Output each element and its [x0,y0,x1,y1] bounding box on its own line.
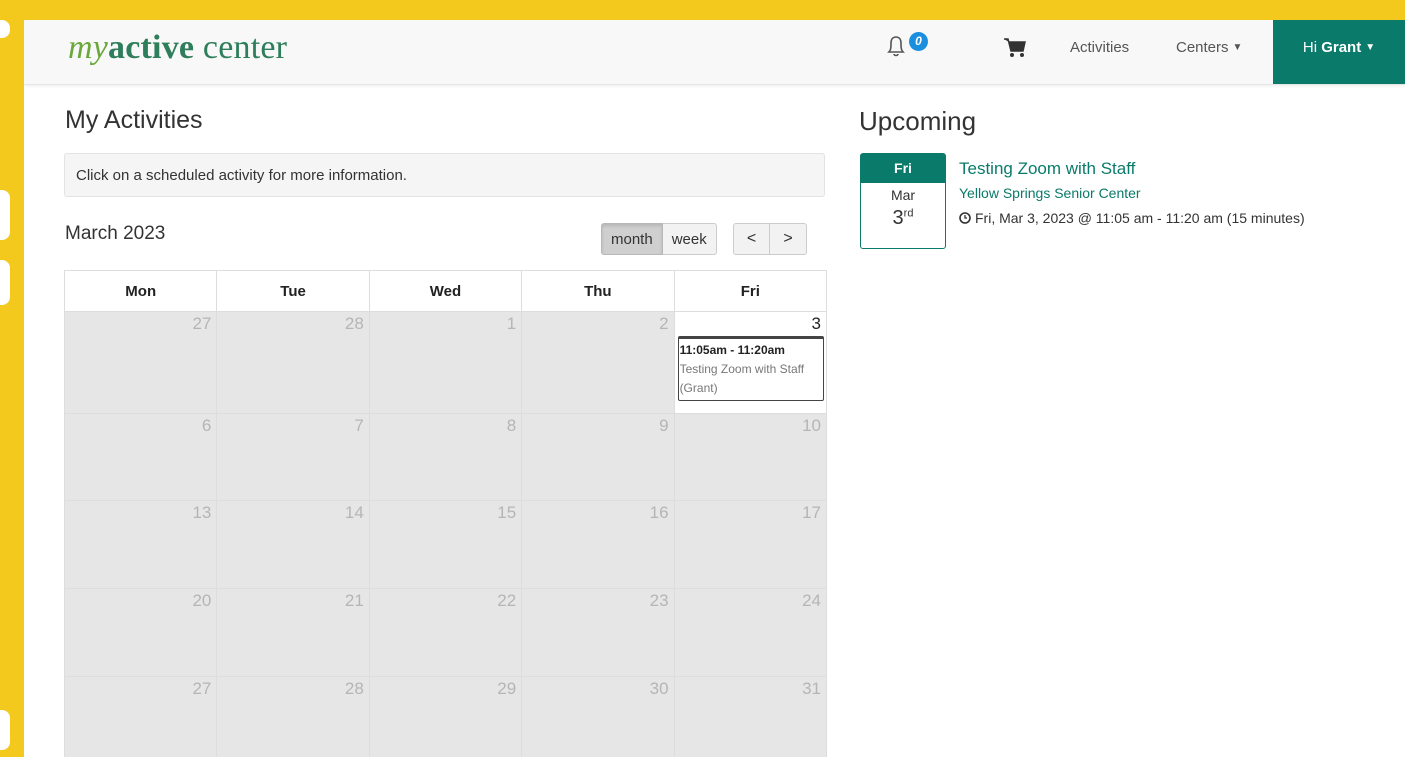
calendar-day-cell[interactable]: 20 [63,588,218,677]
event-time: 11:05am - 11:20am [679,343,785,357]
upcoming-day: 3rd [892,207,914,229]
calendar-week-row: 27 28 29 30 31 [63,676,828,757]
event-participant: (Grant) [679,381,718,395]
upcoming-activity-link[interactable]: Testing Zoom with Staff [959,159,1135,179]
calendar-nav: < > [733,223,807,255]
upcoming-date-card: Fri Mar 3rd [860,153,946,249]
upcoming-center-link[interactable]: Yellow Springs Senior Center [959,185,1141,201]
user-greeting: Hi [1302,39,1318,56]
user-name: Grant [1321,39,1362,56]
calendar-day-cell[interactable]: 27 [63,311,218,414]
calendar-day-cell[interactable]: 29 [368,676,523,757]
calendar-day-cell[interactable]: 28 [216,676,370,757]
upcoming-time: Fri, Mar 3, 2023 @ 11:05 am - 11:20 am (… [959,210,1305,226]
weekday-header: Wed [368,270,523,312]
upcoming-time-text: Fri, Mar 3, 2023 @ 11:05 am - 11:20 am (… [975,210,1305,226]
bell-icon[interactable] [879,30,913,64]
caret-down-icon: ▼ [1365,42,1376,53]
frame-notch [0,190,10,240]
calendar-day-cell[interactable]: 6 [63,413,218,501]
weekday-header: Mon [63,270,218,312]
frame-notch [0,20,10,38]
calendar-week-row: 27 28 1 2 3 11:05am - 11:20am Testing Zo… [63,311,828,414]
nav-centers-label: Centers [1176,39,1229,56]
calendar-day-cell[interactable]: 9 [521,413,675,501]
month-calendar: Mon Tue Wed Thu Fri 27 28 1 2 3 11:05am … [63,270,828,757]
calendar-day-cell[interactable]: 24 [673,588,828,677]
my-activities-heading: My Activities [65,106,203,134]
calendar-week-row: 20 21 22 23 24 [63,588,828,677]
prev-month-button[interactable]: < [733,223,770,255]
weekday-header: Tue [216,270,370,312]
weekday-header: Fri [673,270,828,312]
brand-logo[interactable]: myactive center [68,26,287,70]
calendar-day-cell[interactable]: 1 [368,311,523,414]
calendar-day-cell[interactable]: 10 [673,413,828,501]
next-month-button[interactable]: > [770,223,807,255]
calendar-day-cell[interactable]: 22 [368,588,523,677]
month-view-button[interactable]: month [601,223,663,255]
week-view-button[interactable]: week [662,223,717,255]
calendar-week-row: 13 14 15 16 17 [63,500,828,589]
top-navbar: myactive center 0 Activities Centers ▼ Hi… [24,20,1405,85]
user-menu-dropdown[interactable]: Hi Grant ▼ [1273,20,1405,84]
calendar-day-cell[interactable]: 30 [521,676,675,757]
calendar-day-cell[interactable]: 16 [521,500,675,589]
yellow-frame [0,20,24,757]
upcoming-heading: Upcoming [859,106,977,136]
calendar-day-cell[interactable]: 8 [368,413,523,501]
calendar-day-cell[interactable]: 27 [63,676,218,757]
clock-icon [959,212,971,224]
app-window: myactive center 0 Activities Centers ▼ Hi… [24,20,1405,757]
calendar-day-cell[interactable]: 13 [63,500,218,589]
calendar-day-cell[interactable]: 31 [673,676,828,757]
event-title: Testing Zoom with Staff [679,362,805,376]
calendar-day-cell[interactable]: 23 [521,588,675,677]
caret-down-icon: ▼ [1232,42,1243,53]
info-message: Click on a scheduled activity for more i… [64,153,825,197]
calendar-day-cell[interactable]: 14 [216,500,370,589]
calendar-day-cell[interactable]: 21 [216,588,370,677]
upcoming-weekday: Fri [861,154,945,183]
calendar-month-title: March 2023 [65,223,166,244]
frame-notch [0,260,10,305]
calendar-day-cell-today[interactable]: 3 11:05am - 11:20am Testing Zoom with St… [673,311,828,414]
upcoming-month: Mar [890,187,916,203]
calendar-day-cell[interactable]: 28 [216,311,370,414]
frame-notch [0,710,10,750]
weekday-header: Thu [521,270,675,312]
calendar-day-cell[interactable]: 17 [673,500,828,589]
calendar-view-toggle: month week [601,223,717,255]
calendar-event[interactable]: 11:05am - 11:20am Testing Zoom with Staf… [677,336,824,401]
calendar-day-cell[interactable]: 15 [368,500,523,589]
nav-centers-dropdown[interactable]: Centers ▼ [1176,20,1242,84]
calendar-week-row: 6 7 8 9 10 [63,413,828,501]
calendar-day-cell[interactable]: 2 [521,311,675,414]
calendar-day-cell[interactable]: 7 [216,413,370,501]
nav-activities-link[interactable]: Activities [1070,20,1129,84]
cart-icon[interactable] [1002,36,1028,60]
notification-count-badge: 0 [909,32,928,51]
